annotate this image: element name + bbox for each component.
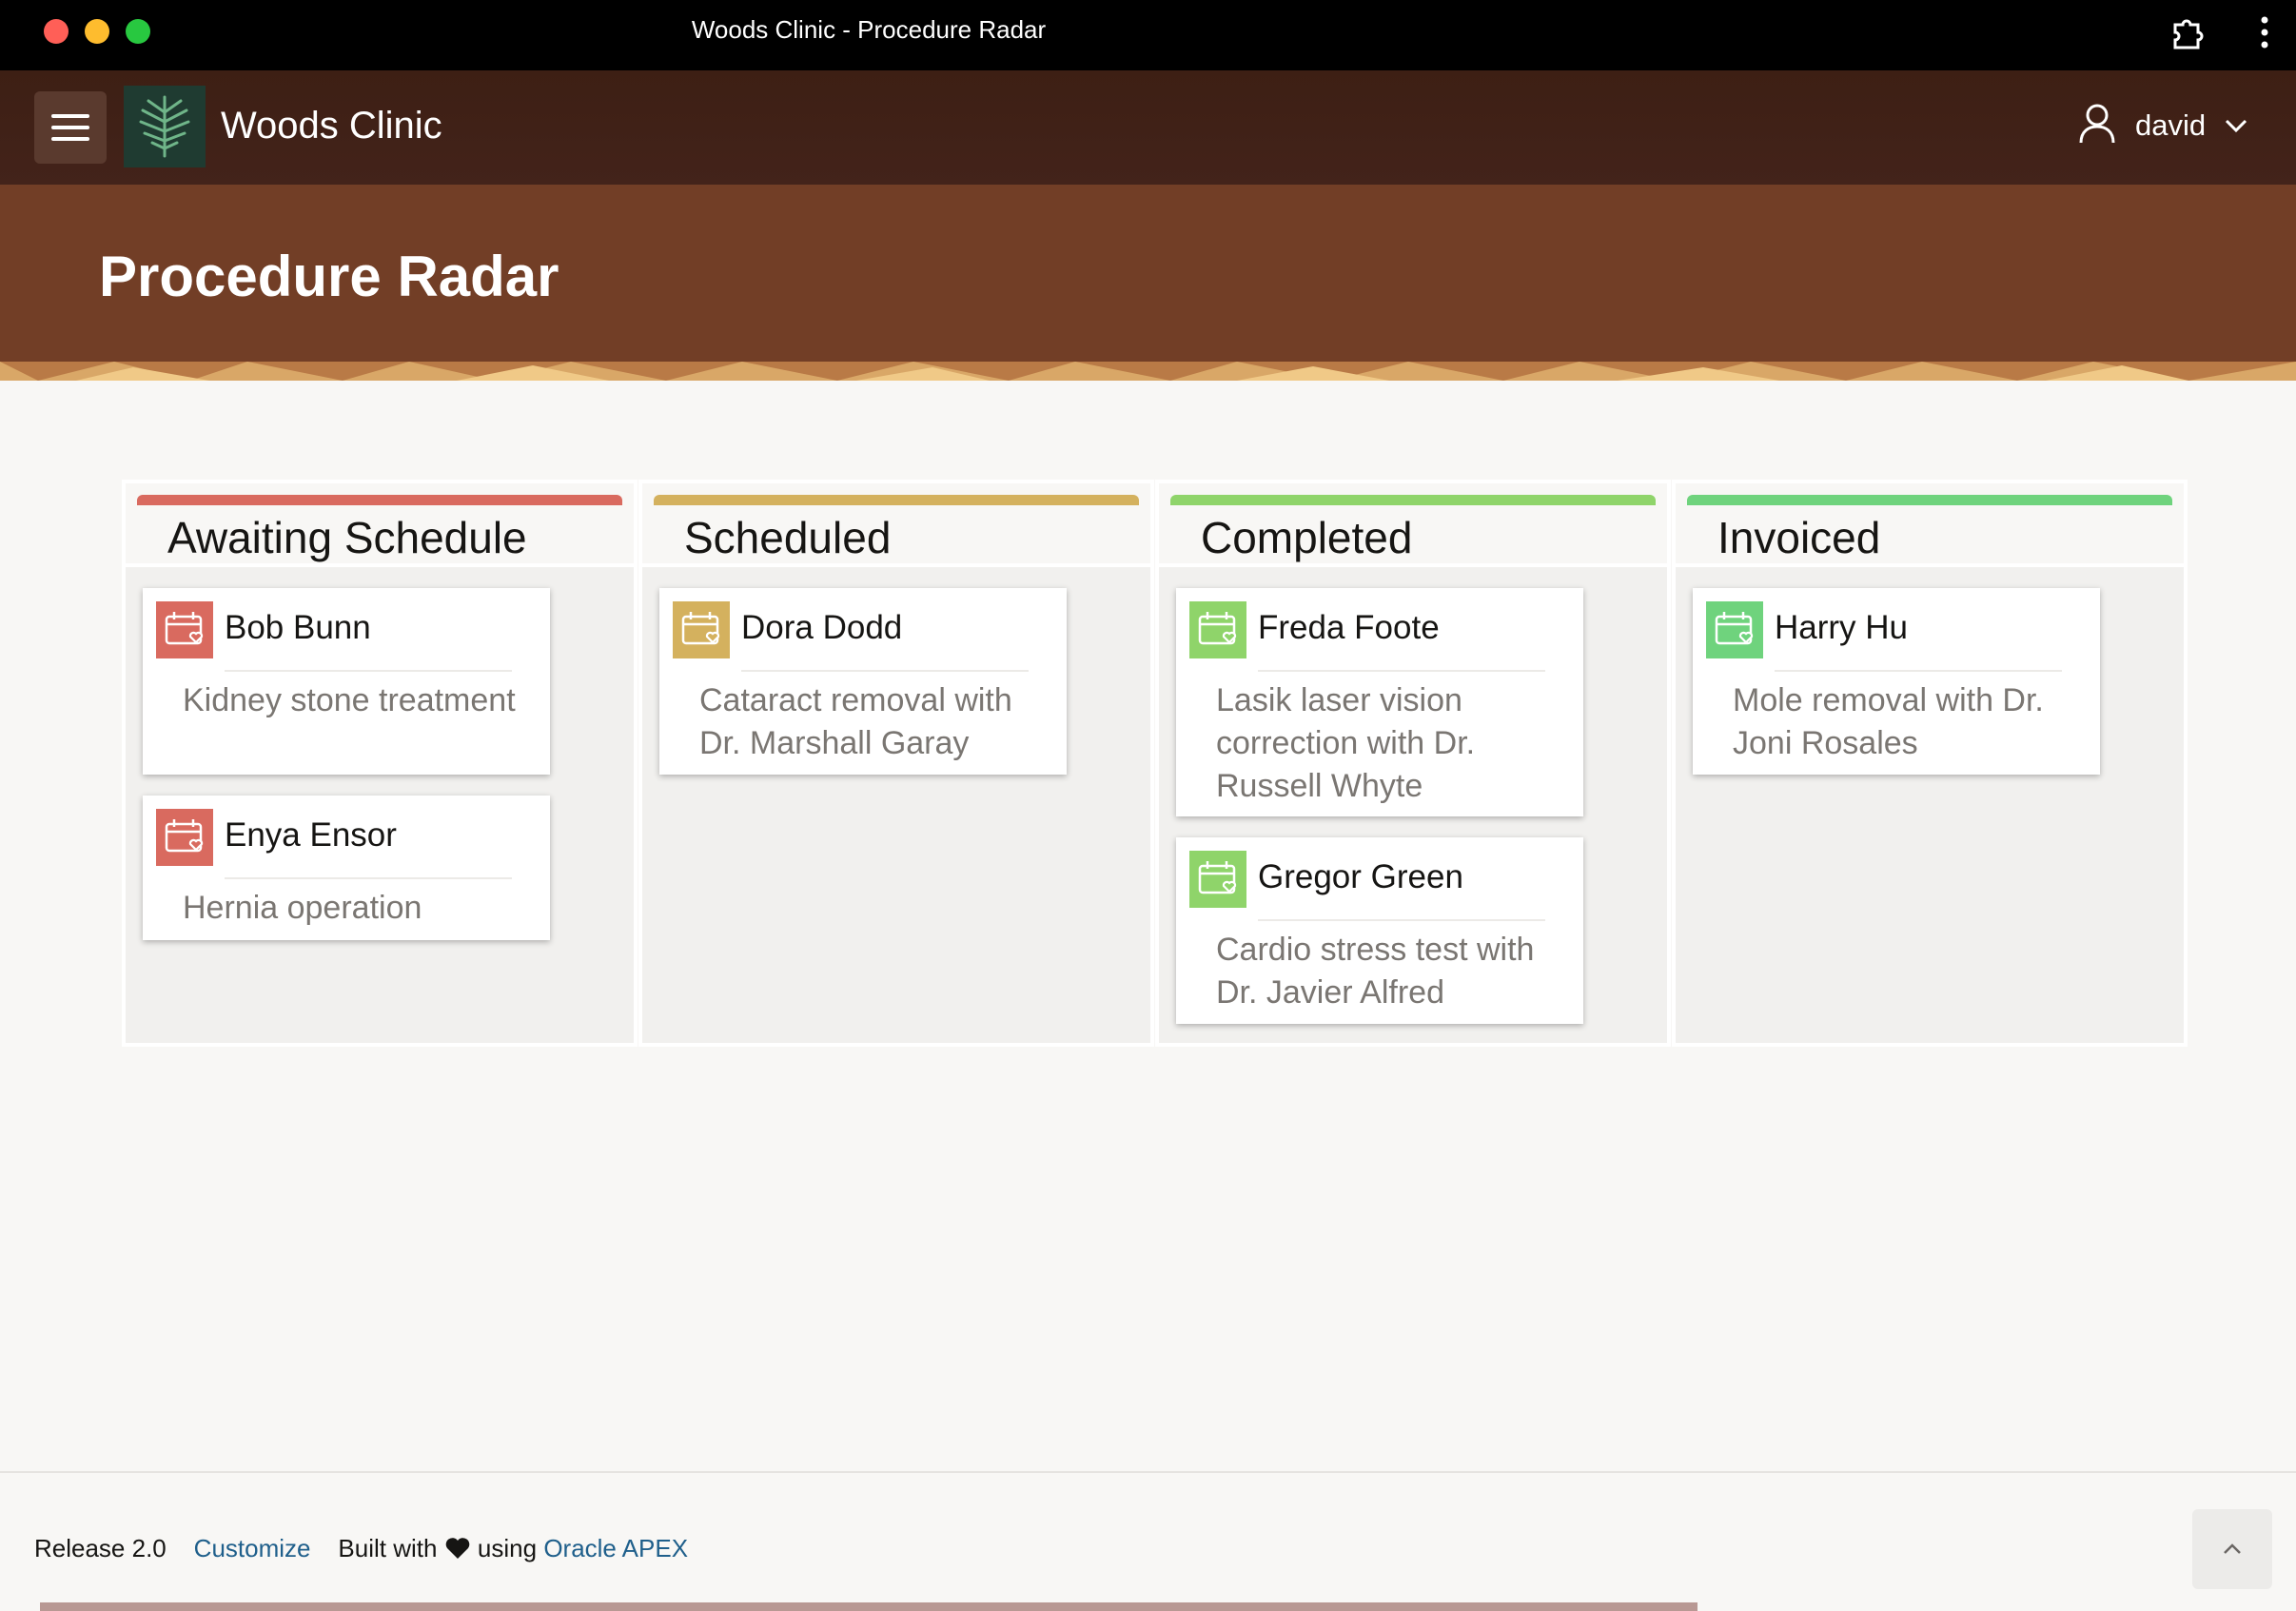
procedure-description: Lasik laser vision correction with Dr. R…: [1216, 682, 1476, 804]
column-header: Completed: [1159, 483, 1667, 567]
extensions-icon[interactable]: [2168, 13, 2206, 51]
column-scheduled: Scheduled Dora Dodd Cataract removal wit…: [638, 480, 1154, 1047]
column-header: Awaiting Schedule: [126, 483, 634, 567]
patient-name: Dora Dodd: [741, 609, 903, 646]
card-divider: [225, 877, 512, 879]
procedure-description: Hernia operation: [183, 890, 422, 926]
calendar-heart-icon: [156, 601, 213, 658]
heart-icon: [445, 1538, 469, 1559]
page-title: Procedure Radar: [99, 245, 559, 308]
status-color-bar: [1687, 495, 2172, 505]
column-header: Scheduled: [642, 483, 1150, 567]
scroll-to-top-button[interactable]: [2192, 1509, 2272, 1589]
patient-name: Freda Foote: [1258, 609, 1440, 646]
app-header: Woods Clinic david: [0, 70, 2296, 185]
column-header: Invoiced: [1676, 483, 2184, 567]
browser-menu-icon[interactable]: [2257, 15, 2272, 49]
procedure-card[interactable]: Dora Dodd Cataract removal with Dr. Mars…: [659, 588, 1067, 775]
procedure-card[interactable]: Freda Foote Lasik laser vision correctio…: [1176, 588, 1583, 816]
procedure-description: Cataract removal with Dr. Marshall Garay: [699, 682, 1012, 761]
username-label: david: [2135, 108, 2207, 142]
release-label: Release 2.0: [34, 1534, 167, 1562]
status-color-bar: [654, 495, 1139, 505]
kanban-board: Awaiting Schedule Bob Bunn Kidney stone …: [122, 480, 2188, 1047]
procedure-description: Mole removal with Dr. Joni Rosales: [1733, 682, 2044, 761]
window-title: Woods Clinic - Procedure Radar: [691, 15, 1047, 44]
calendar-heart-icon: [1706, 601, 1763, 658]
card-divider: [225, 670, 512, 672]
column-awaiting-schedule: Awaiting Schedule Bob Bunn Kidney stone …: [122, 480, 638, 1047]
status-color-bar: [137, 495, 622, 505]
procedure-card[interactable]: Gregor Green Cardio stress test with Dr.…: [1176, 837, 1583, 1024]
column-invoiced: Invoiced Harry Hu Mole removal with Dr. …: [1672, 480, 2188, 1047]
using-label: using: [477, 1534, 538, 1562]
calendar-heart-icon: [1189, 601, 1246, 658]
procedure-card[interactable]: Enya Ensor Hernia operation: [143, 796, 550, 940]
nav-menu-button[interactable]: [34, 91, 107, 164]
calendar-heart-icon: [1189, 851, 1246, 908]
status-color-bar: [1170, 495, 1656, 505]
footer-text: Release 2.0 Customize Built with using O…: [34, 1534, 688, 1563]
patient-name: Enya Ensor: [225, 816, 397, 854]
column-title: Scheduled: [684, 513, 892, 562]
column-title: Completed: [1201, 513, 1413, 562]
patient-name: Bob Bunn: [225, 609, 371, 646]
page-load-progress-bar: [40, 1602, 1697, 1611]
calendar-heart-icon: [673, 601, 730, 658]
app-name[interactable]: Woods Clinic: [221, 105, 442, 147]
user-icon: [2079, 104, 2115, 144]
decorative-wood-pattern: [0, 362, 2296, 381]
clinic-logo-icon: [124, 86, 206, 167]
card-divider: [1258, 670, 1545, 672]
browser-titlebar: Woods Clinic - Procedure Radar: [0, 0, 2296, 70]
procedure-card[interactable]: Bob Bunn Kidney stone treatment: [143, 588, 550, 775]
procedure-card[interactable]: Harry Hu Mole removal with Dr. Joni Rosa…: [1693, 588, 2100, 775]
oracle-apex-link[interactable]: Oracle APEX: [543, 1534, 688, 1562]
procedure-description: Kidney stone treatment: [183, 682, 516, 718]
built-with-label: Built with: [338, 1534, 438, 1562]
page-footer: Release 2.0 Customize Built with using O…: [0, 1471, 2296, 1611]
chevron-down-icon: [2225, 119, 2247, 133]
card-divider: [741, 670, 1029, 672]
chevron-up-icon: [2224, 1543, 2241, 1554]
card-divider: [1775, 670, 2062, 672]
customize-link[interactable]: Customize: [194, 1534, 311, 1562]
column-title: Awaiting Schedule: [167, 513, 527, 562]
column-completed: Completed Freda Foote Lasik laser vision…: [1155, 480, 1671, 1047]
page-hero: Procedure Radar: [0, 185, 2296, 381]
procedure-description: Cardio stress test with Dr. Javier Alfre…: [1216, 932, 1535, 1011]
card-divider: [1258, 919, 1545, 921]
calendar-heart-icon: [156, 809, 213, 866]
column-title: Invoiced: [1717, 513, 1881, 562]
patient-name: Harry Hu: [1775, 609, 1909, 646]
patient-name: Gregor Green: [1258, 858, 1463, 895]
